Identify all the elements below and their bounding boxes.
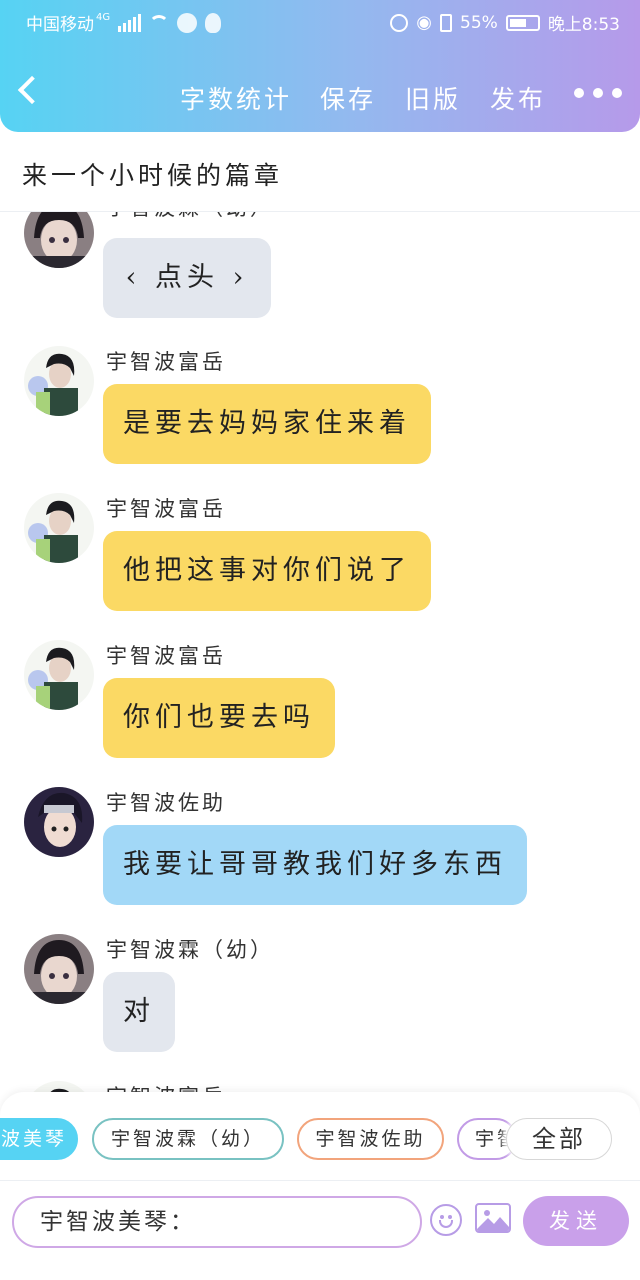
sender-name: 宇智波佐助 [106,791,226,815]
back-arrow-icon[interactable] [17,75,47,105]
avatar-fugaku[interactable] [24,346,94,416]
avatar-fugaku[interactable] [24,1081,94,1092]
save-button[interactable]: 保存 [320,80,376,116]
qq-notification-icon [205,12,222,33]
clock: 晚上8:53 [547,15,620,35]
sender-name: 宇智波霖（幼） [106,212,274,222]
message-bubble[interactable]: 是要去妈妈家住来着 [103,384,431,464]
divider [0,1180,640,1181]
avatar-sasuke[interactable] [24,787,94,857]
top-header: 中国移动 4G ◉ 55% 晚上8:53 字数统计 保存 旧版 发布 [0,0,640,132]
character-chip-active[interactable]: 波美琴 [0,1118,78,1160]
avatar-fugaku[interactable] [24,640,94,710]
status-bar: 中国移动 4G ◉ 55% 晚上8:53 [0,0,640,44]
more-options-icon[interactable] [574,88,622,98]
wifi-icon [149,14,170,31]
publish-button[interactable]: 发布 [490,80,546,116]
character-chip[interactable]: 宇智波佐助 [297,1118,444,1160]
message-bubble[interactable]: 对 [103,972,175,1052]
chapter-title-bar[interactable]: 来一个小时候的篇章 [0,132,640,212]
chat-area[interactable]: 宇智波霖（幼） ‹ 点头 › 宇智波富岳 是要去妈妈家住来着 宇智波富岳 他把这… [0,212,640,1092]
composer-panel: 波美琴 宇智波霖（幼） 宇智波佐助 宇智 全部 宇智波美琴： 发送 [0,1092,640,1280]
image-icon[interactable] [475,1203,511,1233]
vibrate-icon [440,13,453,32]
nav-bar: 字数统计 保存 旧版 发布 [0,70,640,122]
sender-name: 宇智波富岳 [106,497,226,521]
avatar-fugaku[interactable] [24,493,94,563]
network-type: 4G [96,12,111,23]
sender-name: 宇智波富岳 [106,1081,226,1092]
emoji-icon[interactable] [430,1204,462,1236]
signal-icon [118,13,142,32]
chapter-title: 来一个小时候的篇章 [22,161,284,190]
character-selector: 波美琴 宇智波霖（幼） 宇智波佐助 宇智 全部 [0,1118,640,1162]
battery-percent: 55% [460,12,498,33]
sender-name: 宇智波霖（幼） [106,938,274,962]
carrier-label: 中国移动 [26,15,94,35]
message-bubble[interactable]: ‹ 点头 › [103,238,271,318]
alarm-icon [390,13,409,32]
eye-icon: ◉ [416,12,433,33]
app-notification-icon [177,12,198,33]
sender-name: 宇智波富岳 [106,644,226,668]
avatar-lin[interactable] [24,934,94,1004]
all-characters-button[interactable]: 全部 [506,1118,612,1160]
old-version-button[interactable]: 旧版 [405,80,461,116]
message-bubble[interactable]: 你们也要去吗 [103,678,335,758]
word-count-button[interactable]: 字数统计 [180,80,292,116]
message-bubble[interactable]: 我要让哥哥教我们好多东西 [103,825,527,905]
send-button[interactable]: 发送 [523,1196,629,1246]
message-bubble[interactable]: 他把这事对你们说了 [103,531,431,611]
character-chip[interactable]: 宇智波霖（幼） [92,1118,284,1160]
sender-name: 宇智波富岳 [106,350,226,374]
message-input[interactable]: 宇智波美琴： [12,1196,422,1248]
battery-icon [505,14,540,31]
avatar-lin[interactable] [24,212,94,268]
